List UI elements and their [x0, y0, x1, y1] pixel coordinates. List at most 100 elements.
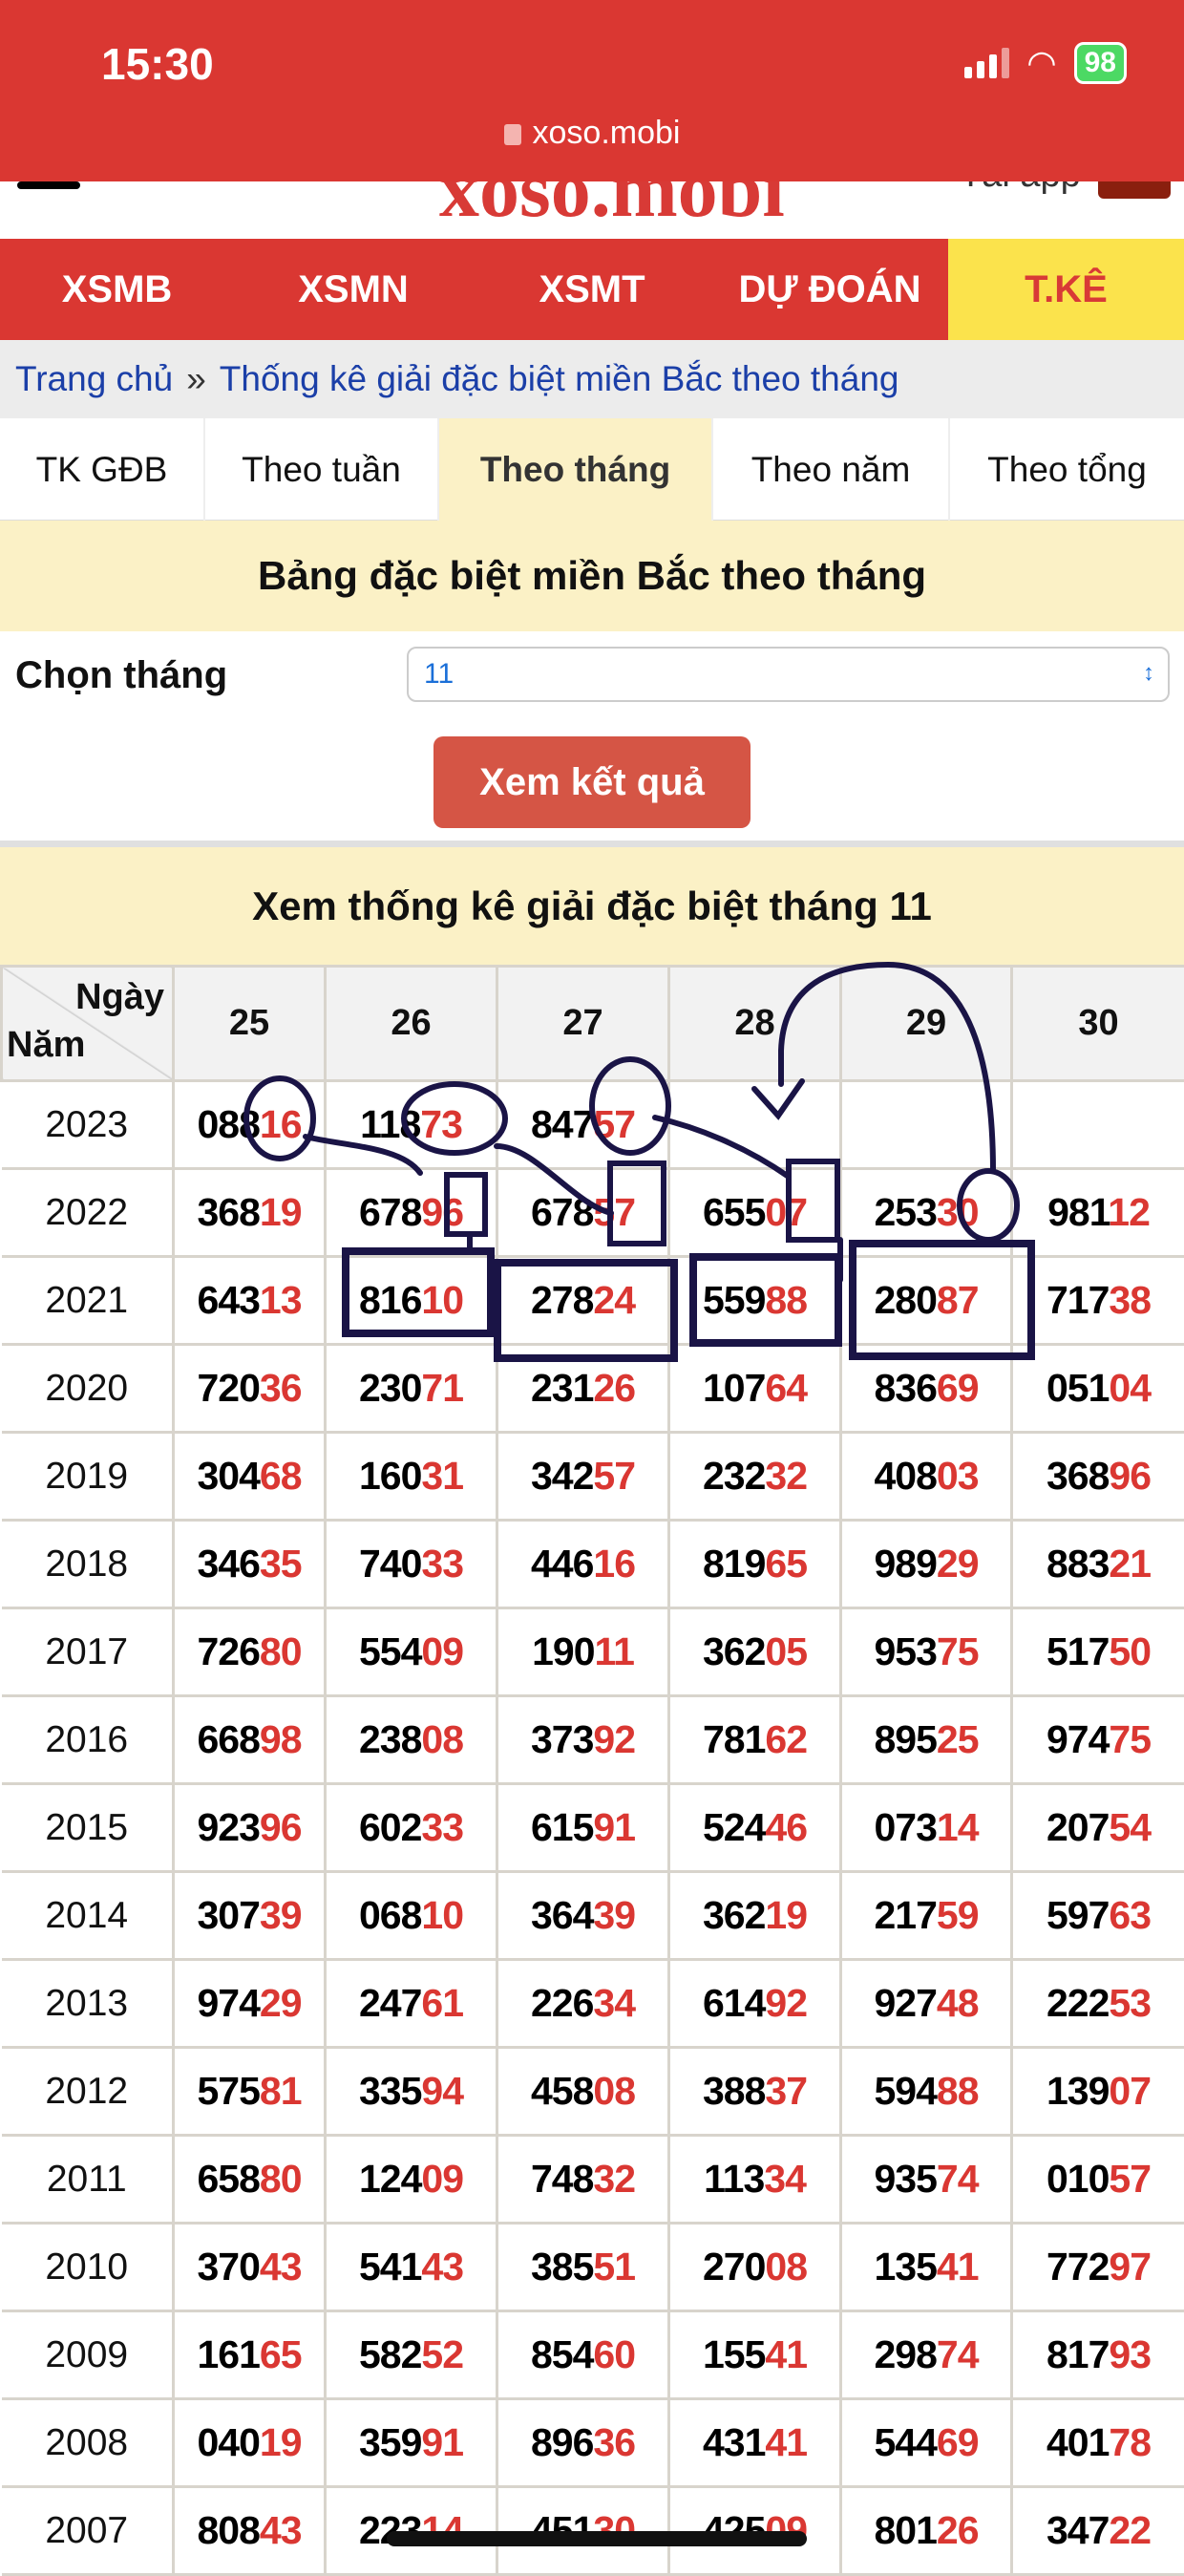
table-row: 2009161655825285460155412987481793	[2, 2311, 1184, 2399]
month-value: 11	[424, 658, 454, 690]
result-cell: 78162	[669, 1696, 841, 1784]
result-last-two: 32	[765, 1454, 807, 1498]
result-cell: 38837	[669, 2048, 841, 2136]
year-cell: 2020	[2, 1345, 174, 1433]
result-last-two: 08	[421, 1717, 463, 1761]
result-prefix: 217	[874, 1893, 936, 1937]
result-last-two: 39	[260, 1893, 302, 1937]
view-results-button[interactable]: Xem kết quả	[433, 736, 751, 828]
result-last-two: 05	[765, 1629, 807, 1673]
result-cell: 55409	[326, 1608, 497, 1696]
result-last-two: 57	[593, 1102, 635, 1146]
site-logo[interactable]: xoso.mobi	[439, 181, 785, 236]
result-prefix: 597	[1047, 1893, 1109, 1937]
result-cell: 36439	[497, 1872, 669, 1960]
result-cell: 23126	[497, 1345, 669, 1433]
result-prefix: 559	[703, 1278, 765, 1322]
breadcrumb-home[interactable]: Trang chủ	[15, 359, 173, 398]
result-prefix: 278	[531, 1278, 593, 1322]
result-cell: 37043	[174, 2224, 326, 2311]
result-prefix: 808	[197, 2508, 259, 2552]
tab-theo-tuan[interactable]: Theo tuần	[205, 418, 439, 521]
result-last-two: 07	[765, 1190, 807, 1234]
result-last-two: 08	[593, 2069, 635, 2113]
result-cell: 89525	[841, 1696, 1012, 1784]
nav-thong-ke[interactable]: T.KÊ	[948, 239, 1184, 340]
result-prefix: 836	[874, 1366, 936, 1410]
result-cell: 36819	[174, 1169, 326, 1257]
nav-xsmt[interactable]: XSMT	[473, 239, 711, 340]
year-cell: 2008	[2, 2399, 174, 2487]
result-prefix: 346	[197, 1542, 259, 1586]
result-prefix: 658	[197, 2157, 259, 2201]
result-prefix: 118	[360, 1102, 420, 1146]
menu-icon[interactable]	[17, 181, 80, 189]
result-cell: 10764	[669, 1345, 841, 1433]
home-indicator[interactable]	[387, 2531, 807, 2546]
result-last-two: 21	[1109, 1542, 1151, 1586]
result-last-two: 54	[1109, 1805, 1151, 1849]
result-last-two: 96	[260, 1805, 302, 1849]
result-cell: 81610	[326, 1257, 497, 1345]
tab-tk-gdb[interactable]: TK GĐB	[0, 418, 205, 521]
clock: 15:30	[101, 38, 214, 90]
result-last-two: 10	[421, 1893, 463, 1937]
status-bar: 15:30 ◠ 98 xoso.mobi	[0, 0, 1184, 181]
result-last-two: 16	[260, 1102, 302, 1146]
result-last-two: 68	[260, 1454, 302, 1498]
lock-icon	[504, 124, 521, 145]
result-prefix: 678	[359, 1190, 421, 1234]
result-cell: 30468	[174, 1433, 326, 1521]
breadcrumb-current[interactable]: Thống kê giải đặc biệt miền Bắc theo thá…	[220, 359, 899, 398]
month-select[interactable]: 11↕	[407, 647, 1170, 702]
year-cell: 2011	[2, 2136, 174, 2224]
result-prefix: 230	[359, 1366, 421, 1410]
result-prefix: 161	[197, 2332, 259, 2376]
result-prefix: 073	[874, 1805, 936, 1849]
app-download-link[interactable]: Tải app	[960, 181, 1081, 196]
result-last-two: 24	[593, 1278, 635, 1322]
result-last-two: 38	[1109, 1278, 1151, 1322]
result-cell: 65880	[174, 2136, 326, 2224]
result-prefix: 124	[359, 2157, 421, 2201]
table-corner-header: NgàyNăm	[2, 967, 174, 1081]
result-cell: 11334	[669, 2136, 841, 2224]
address-bar[interactable]: xoso.mobi	[0, 115, 1184, 152]
result-cell	[841, 1081, 1012, 1169]
main-nav: XSMB XSMN XSMT DỰ ĐOÁN T.KÊ	[0, 239, 1184, 340]
result-cell: 58252	[326, 2311, 497, 2399]
result-prefix: 615	[531, 1805, 593, 1849]
result-last-two: 52	[421, 2332, 463, 2376]
result-cell: 84757	[497, 1081, 669, 1169]
result-cell: 36205	[669, 1608, 841, 1696]
nav-xsmb[interactable]: XSMB	[0, 239, 234, 340]
result-prefix: 368	[197, 1190, 259, 1234]
tab-theo-thang[interactable]: Theo tháng	[439, 418, 713, 521]
day-header: Ngày	[75, 977, 164, 1018]
day-column-header: 29	[841, 967, 1012, 1081]
result-prefix: 155	[703, 2332, 765, 2376]
result-cell: 23232	[669, 1433, 841, 1521]
result-prefix: 040	[197, 2420, 259, 2464]
result-prefix: 362	[703, 1893, 765, 1937]
result-prefix: 226	[531, 1981, 593, 2025]
result-last-two: 75	[937, 1629, 979, 1673]
tab-theo-nam[interactable]: Theo năm	[713, 418, 950, 521]
year-cell: 2007	[2, 2487, 174, 2575]
result-cell: 05104	[1012, 1345, 1184, 1433]
tab-theo-tong[interactable]: Theo tổng	[950, 418, 1184, 521]
result-prefix: 370	[197, 2245, 259, 2289]
result-cell: 12409	[326, 2136, 497, 2224]
nav-du-doan[interactable]: DỰ ĐOÁN	[711, 239, 948, 340]
table-row: 2008040193599189636431415446940178	[2, 2399, 1184, 2487]
results-title: Xem thống kê giải đặc biệt tháng 11	[0, 847, 1184, 965]
result-last-two: 96	[1109, 1454, 1151, 1498]
app-icon[interactable]	[1098, 181, 1171, 199]
result-last-two: 57	[1109, 2157, 1151, 2201]
result-prefix: 238	[359, 1717, 421, 1761]
nav-xsmn[interactable]: XSMN	[234, 239, 473, 340]
result-cell: 67896	[326, 1169, 497, 1257]
result-prefix: 270	[703, 2245, 765, 2289]
result-prefix: 051	[1047, 1366, 1109, 1410]
result-prefix: 575	[197, 2069, 259, 2113]
